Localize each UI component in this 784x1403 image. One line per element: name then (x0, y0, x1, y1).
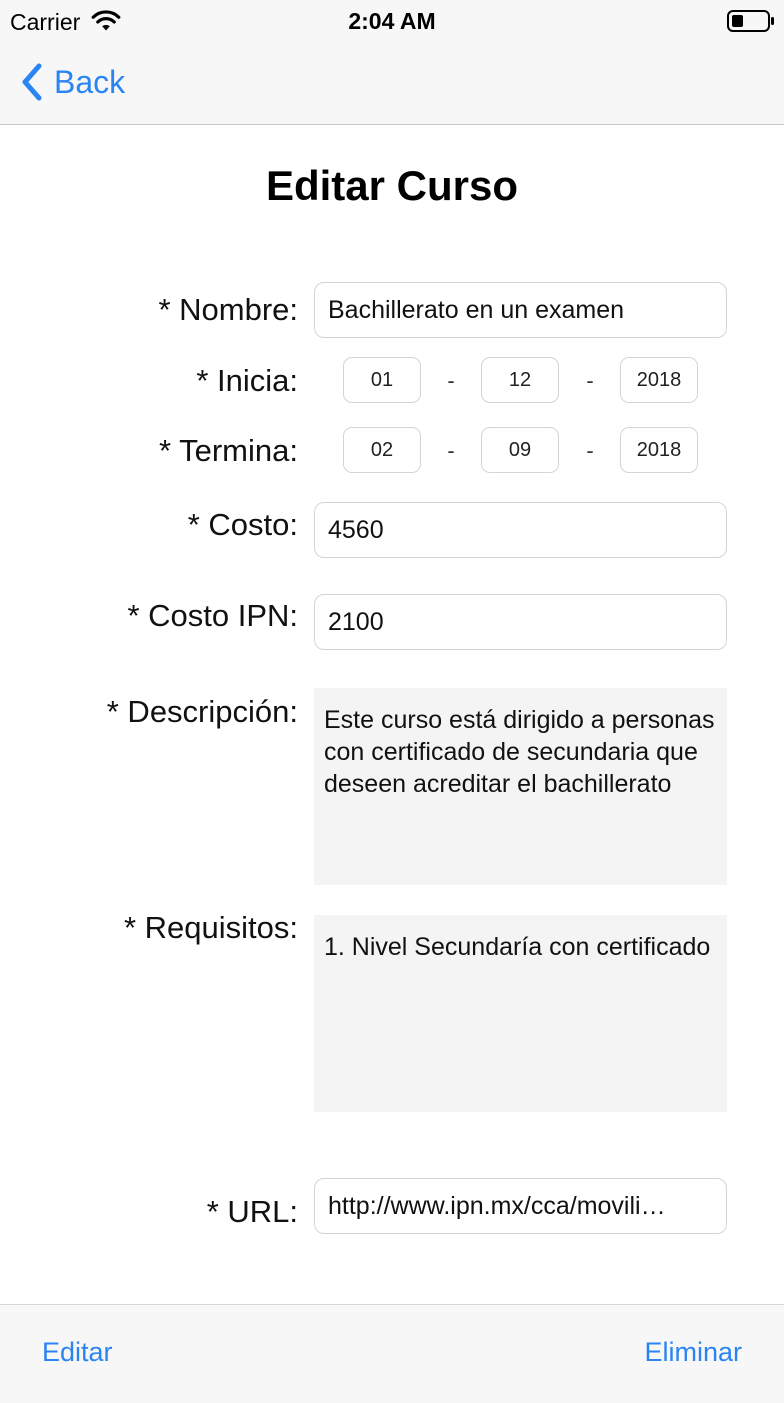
back-button[interactable]: Back (18, 58, 125, 106)
inicia-month-field[interactable] (481, 357, 559, 403)
nombre-label: * Nombre: (158, 292, 298, 327)
costo-ipn-label: * Costo IPN: (127, 598, 298, 633)
back-label: Back (54, 64, 126, 100)
costo-ipn-field[interactable] (314, 594, 727, 650)
url-field[interactable] (314, 1178, 727, 1234)
page-title: Editar Curso (265, 162, 519, 209)
termina-separator: - (447, 438, 455, 463)
requisitos-label: * Requisitos: (123, 910, 298, 945)
termina-year-field[interactable] (620, 427, 698, 473)
inicia-year-field[interactable] (620, 357, 698, 403)
requisitos-textarea[interactable]: 1. Nivel Secundaría con certificado (314, 915, 727, 1112)
delete-button[interactable]: Eliminar (644, 1335, 742, 1369)
termina-month-field[interactable] (481, 427, 559, 473)
termina-label: * Termina: (159, 433, 298, 468)
battery-icon (727, 10, 774, 32)
costo-field[interactable] (314, 502, 727, 558)
bottom-toolbar: Editar Eliminar (0, 1304, 784, 1403)
edit-button[interactable]: Editar (42, 1335, 113, 1369)
descripcion-label: * Descripción: (106, 694, 298, 729)
chevron-left-icon (22, 63, 42, 101)
inicia-separator: - (586, 368, 594, 393)
navigation-bar: Carrier 2:04 AM Back (0, 0, 784, 125)
descripcion-textarea[interactable]: Este curso está dirigido a personas con … (314, 688, 727, 885)
termina-separator: - (586, 438, 594, 463)
inicia-separator: - (447, 368, 455, 393)
termina-day-field[interactable] (343, 427, 421, 473)
url-label: * URL: (206, 1194, 298, 1229)
inicia-day-field[interactable] (343, 357, 421, 403)
inicia-label: * Inicia: (196, 363, 298, 398)
costo-label: * Costo: (187, 507, 298, 542)
status-time: 2:04 AM (348, 8, 436, 34)
nombre-field[interactable] (314, 282, 727, 338)
